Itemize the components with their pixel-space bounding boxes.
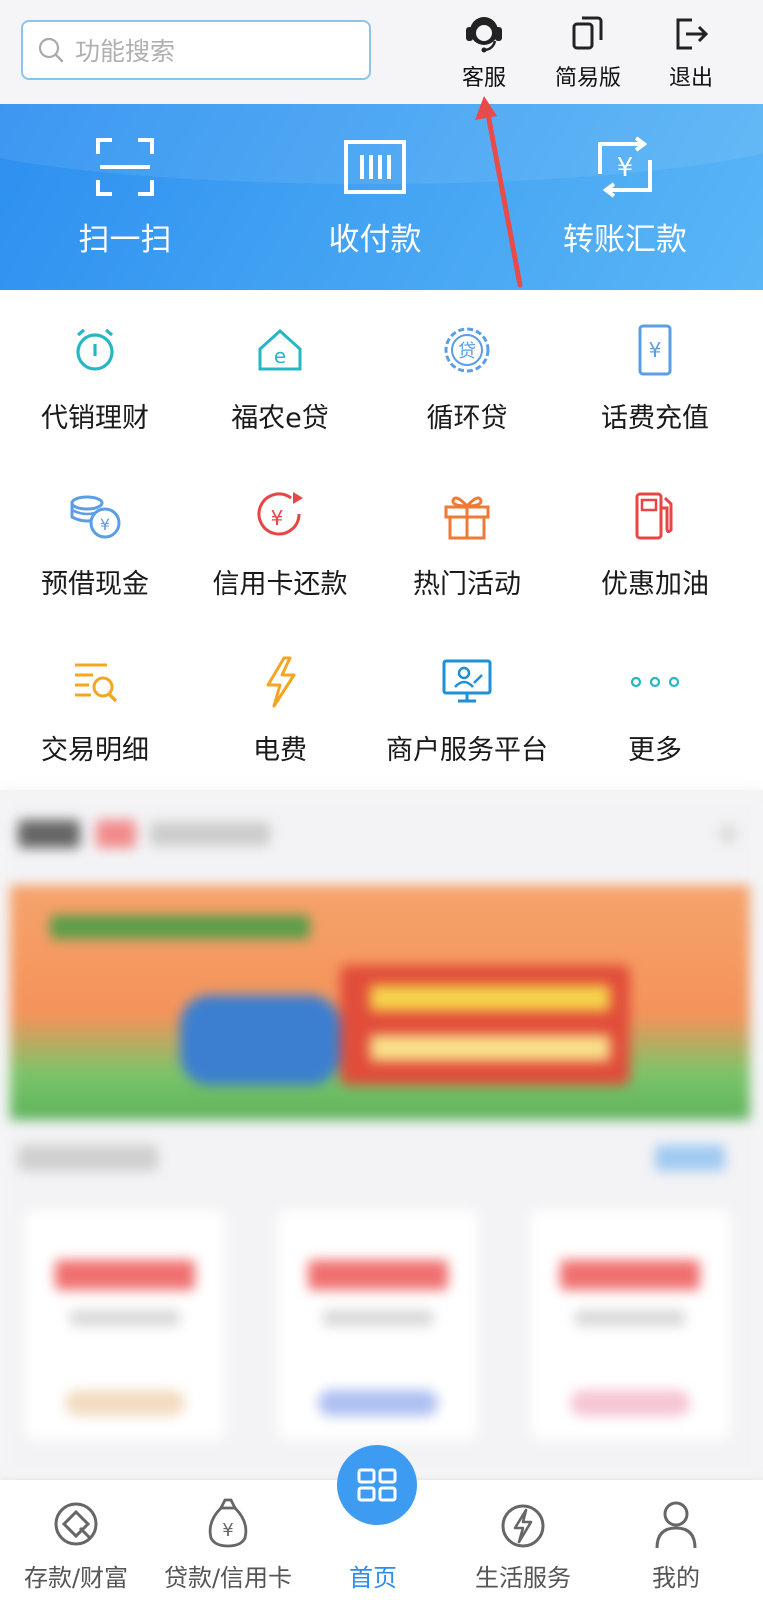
loan-badge-icon: 贷 xyxy=(444,327,490,373)
service-electricity[interactable]: 电费 xyxy=(185,622,375,782)
nav-label: 我的 xyxy=(652,1564,700,1592)
nav-deposit-wealth[interactable]: 存款/财富 xyxy=(0,1480,152,1600)
search-list-icon xyxy=(75,663,118,703)
gift-icon xyxy=(444,496,490,540)
service-label: 更多 xyxy=(628,735,682,766)
service-more[interactable]: 更多 xyxy=(560,622,750,782)
annotation-arrow xyxy=(475,96,523,288)
pay-receive-button[interactable]: 收付款 xyxy=(275,134,475,259)
user-icon xyxy=(655,1501,697,1549)
service-label: 优惠加油 xyxy=(601,569,709,600)
svg-text:¥: ¥ xyxy=(271,506,284,530)
service-label: 预借现金 xyxy=(41,569,149,600)
service-label: 话费充值 xyxy=(601,403,709,434)
blurred-content-area xyxy=(0,790,763,1480)
logout-button[interactable]: 退出 xyxy=(646,10,736,96)
service-grid: 代销理财 e 福农e贷 贷 循环贷 ¥ 话费充值 ¥ 预借现金 ¥ 信用卡还款 … xyxy=(0,290,763,790)
nav-label: 存款/财富 xyxy=(23,1564,129,1592)
house-e-icon: e xyxy=(258,328,302,371)
simple-version-button[interactable]: 简易版 xyxy=(543,10,633,96)
money-bag-icon: ¥ xyxy=(208,1498,248,1548)
simple-version-label: 简易版 xyxy=(554,66,621,91)
svg-text:¥: ¥ xyxy=(649,338,662,362)
service-label: 交易明细 xyxy=(41,735,149,766)
svg-text:¥: ¥ xyxy=(617,153,634,183)
service-label: 热门活动 xyxy=(413,569,521,600)
home-button[interactable] xyxy=(337,1445,417,1525)
pay-receive-label: 收付款 xyxy=(328,222,422,258)
service-fuel-discount[interactable]: 优惠加油 xyxy=(560,456,750,616)
nav-label: 贷款/信用卡 xyxy=(163,1564,293,1592)
transfer-button[interactable]: ¥ 转账汇款 xyxy=(525,134,725,259)
service-credit-card-repay[interactable]: ¥ 信用卡还款 xyxy=(185,456,375,616)
service-hot-activities[interactable]: 热门活动 xyxy=(372,456,562,616)
service-merchant-platform[interactable]: 商户服务平台 xyxy=(372,622,562,782)
blurred-product-card[interactable] xyxy=(278,1210,478,1440)
transfer-label: 转账汇款 xyxy=(563,222,687,258)
copy-icon xyxy=(572,16,603,50)
search-icon xyxy=(38,37,64,63)
search-input[interactable]: 功能搜索 xyxy=(21,20,371,80)
deposit-icon xyxy=(54,1502,98,1546)
fuel-pump-icon xyxy=(635,492,673,540)
service-cash-advance[interactable]: ¥ 预借现金 xyxy=(0,456,190,616)
service-wealth-management[interactable]: 代销理财 xyxy=(0,290,190,450)
customer-service-label: 客服 xyxy=(461,66,506,91)
quick-actions-banner: 扫一扫 收付款 ¥ 转账汇款 xyxy=(0,104,763,290)
transfer-icon: ¥ xyxy=(598,136,652,198)
svg-text:贷: 贷 xyxy=(458,341,476,362)
service-transaction-details[interactable]: 交易明细 xyxy=(0,622,190,782)
nav-loan-credit-card[interactable]: ¥ 贷款/信用卡 xyxy=(152,1480,304,1600)
blurred-section-header xyxy=(18,810,748,860)
scan-icon xyxy=(96,138,154,196)
life-service-icon xyxy=(501,1504,545,1548)
nav-mine[interactable]: 我的 xyxy=(600,1480,752,1600)
service-label: 信用卡还款 xyxy=(212,569,348,600)
service-funong-loan[interactable]: e 福农e贷 xyxy=(185,290,375,450)
headset-icon xyxy=(466,17,502,53)
top-header: 功能搜索 客服 简易版 退出 xyxy=(0,0,763,104)
svg-text:¥: ¥ xyxy=(100,515,110,534)
blurred-product-card[interactable] xyxy=(25,1210,225,1440)
logout-icon xyxy=(676,18,709,50)
service-label: 循环贷 xyxy=(426,403,508,434)
logout-label: 退出 xyxy=(668,66,713,91)
home-grid-icon xyxy=(357,1468,397,1502)
svg-text:¥: ¥ xyxy=(222,1520,233,1541)
service-label: 电费 xyxy=(253,735,307,766)
phone-yuan-icon: ¥ xyxy=(638,324,672,376)
card-repay-icon: ¥ xyxy=(257,492,303,536)
more-dots-icon xyxy=(630,676,680,688)
barcode-icon xyxy=(344,140,406,194)
lightning-icon xyxy=(266,656,296,708)
nav-label: 首页 xyxy=(349,1564,397,1592)
svg-text:e: e xyxy=(274,344,286,368)
service-label: 福农e贷 xyxy=(231,403,329,434)
blurred-product-card[interactable] xyxy=(530,1210,730,1440)
nav-life-services[interactable]: 生活服务 xyxy=(447,1480,599,1600)
coins-icon: ¥ xyxy=(70,495,121,539)
service-revolving-loan[interactable]: 贷 循环贷 xyxy=(372,290,562,450)
search-placeholder: 功能搜索 xyxy=(75,37,176,66)
customer-service-button[interactable]: 客服 xyxy=(439,10,529,96)
scan-button[interactable]: 扫一扫 xyxy=(25,134,225,259)
blurred-ad-banner[interactable] xyxy=(10,885,750,1120)
service-label: 商户服务平台 xyxy=(386,735,548,766)
nav-label: 生活服务 xyxy=(475,1564,571,1592)
scan-label: 扫一扫 xyxy=(78,222,172,258)
merchant-screen-icon xyxy=(442,659,492,703)
service-phone-topup[interactable]: ¥ 话费充值 xyxy=(560,290,750,450)
service-label: 代销理财 xyxy=(41,403,149,434)
alarm-clock-icon xyxy=(76,328,114,371)
